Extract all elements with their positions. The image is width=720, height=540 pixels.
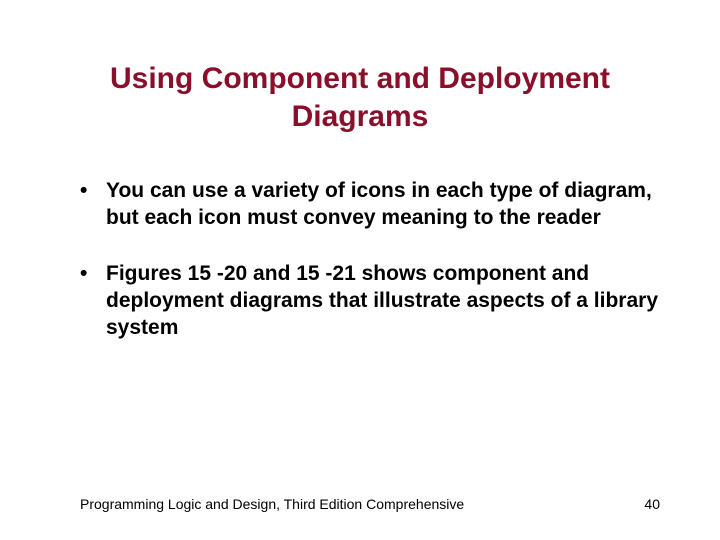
page-number: 40 bbox=[644, 496, 660, 512]
slide-title: Using Component and Deployment Diagrams bbox=[60, 60, 660, 135]
bullet-list: You can use a variety of icons in each t… bbox=[60, 177, 660, 341]
slide: Using Component and Deployment Diagrams … bbox=[0, 0, 720, 540]
list-item: Figures 15 -20 and 15 -21 shows componen… bbox=[80, 260, 660, 342]
list-item: You can use a variety of icons in each t… bbox=[80, 177, 660, 232]
footer-text: Programming Logic and Design, Third Edit… bbox=[80, 496, 464, 512]
slide-footer: Programming Logic and Design, Third Edit… bbox=[80, 496, 660, 512]
